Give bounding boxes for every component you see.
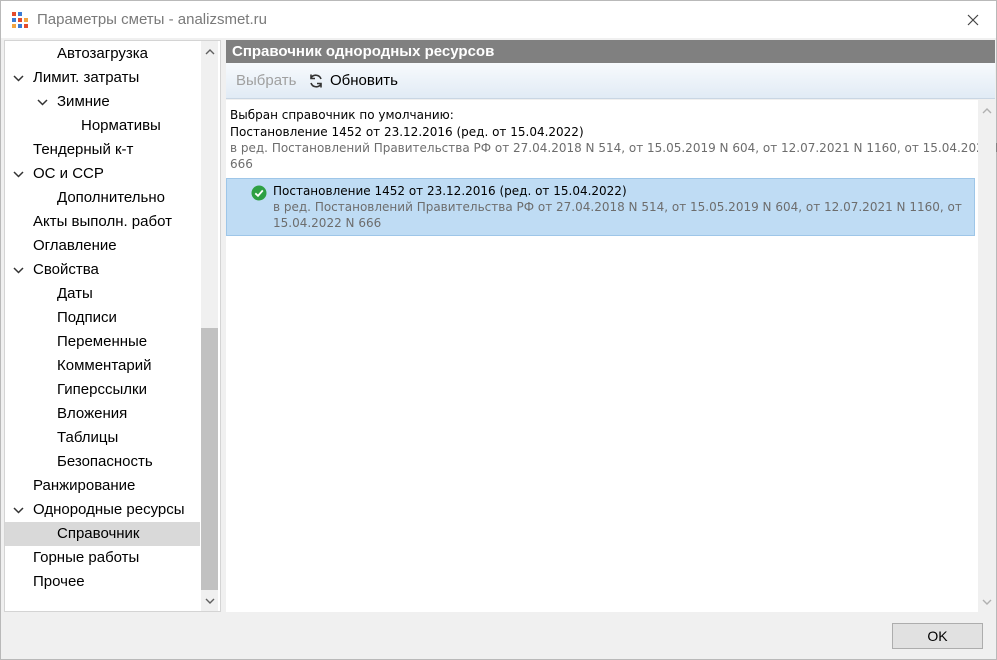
footer-bar <box>1 613 996 659</box>
tree-item-label: Автозагрузка <box>57 45 148 62</box>
tree-item-label: Даты <box>57 285 93 302</box>
tree-item-label: Зимние <box>57 93 110 110</box>
tree-item[interactable]: Даты <box>5 282 200 306</box>
scroll-up-button[interactable] <box>978 102 995 119</box>
tree-item-label: Нормативы <box>81 117 161 134</box>
tree-item[interactable]: Переменные <box>5 330 200 354</box>
tree-item-label: Вложения <box>57 405 128 422</box>
tree-item-label: Переменные <box>57 333 148 350</box>
tree-item-label: Гиперссылки <box>57 381 147 398</box>
select-button[interactable]: Выбрать <box>236 72 296 89</box>
tree-item[interactable]: Дополнительно <box>5 186 200 210</box>
tree-item-label: Однородные ресурсы <box>33 501 185 518</box>
tree-item[interactable]: Вложения <box>5 402 200 426</box>
chevron-down-icon <box>982 599 991 605</box>
tree-item[interactable]: Оглавление <box>5 234 200 258</box>
tree-item[interactable]: Нормативы <box>5 114 200 138</box>
default-caption: Выбран справочник по умолчанию: <box>230 108 454 122</box>
refresh-button[interactable]: Обновить <box>308 72 398 89</box>
toolbar: Выбрать Обновить <box>226 63 995 99</box>
ok-button[interactable]: OK <box>892 623 983 649</box>
tree-item-label: Свойства <box>33 261 99 278</box>
tree-item[interactable]: Подписи <box>5 306 200 330</box>
tree-item-label: Прочее <box>33 573 85 590</box>
chevron-up-icon <box>982 107 991 113</box>
tree-item[interactable]: Гиперссылки <box>5 378 200 402</box>
tree-item[interactable]: Прочее <box>5 570 200 594</box>
list-item-name: Постановление 1452 от 23.12.2016 (ред. о… <box>273 184 627 198</box>
tree-item[interactable]: Автозагрузка <box>5 42 200 66</box>
list-item[interactable]: Постановление 1452 от 23.12.2016 (ред. о… <box>226 178 975 236</box>
refresh-label: Обновить <box>330 72 398 89</box>
tree-item-label: Справочник <box>57 525 140 542</box>
default-reference-note-cont: 666 <box>230 157 253 171</box>
scroll-thumb[interactable] <box>201 328 218 590</box>
tree-item-label: Лимит. затраты <box>33 69 140 86</box>
tree-item[interactable]: Справочник <box>5 522 200 546</box>
tree-item[interactable]: Акты выполн. работ <box>5 210 200 234</box>
tree-item-label: Безопасность <box>57 453 153 470</box>
scroll-down-button[interactable] <box>978 593 995 610</box>
settings-window: Параметры сметы - analizsmet.ru Автозагр… <box>0 0 997 660</box>
tree-scrollbar[interactable] <box>201 41 218 611</box>
tree-item[interactable]: Лимит. затраты <box>5 66 200 90</box>
chevron-up-icon <box>205 48 214 54</box>
tree-item-label: Комментарий <box>57 357 152 374</box>
content-scrollbar[interactable] <box>978 100 995 612</box>
tree-item[interactable]: Горные работы <box>5 546 200 570</box>
title-bar: Параметры сметы - analizsmet.ru <box>1 1 996 38</box>
tree-item-label: Оглавление <box>33 237 117 254</box>
tree-item[interactable]: Таблицы <box>5 426 200 450</box>
tree-item-label: Дополнительно <box>57 189 165 206</box>
tree-item-label: ОС и ССР <box>33 165 104 182</box>
default-reference-note: в ред. Постановлений Правительства РФ от… <box>230 141 997 155</box>
list-item-note: в ред. Постановлений Правительства РФ от… <box>273 200 962 214</box>
tree-item[interactable]: Ранжирование <box>5 474 200 498</box>
close-icon <box>967 14 979 25</box>
chevron-down-icon[interactable] <box>11 66 25 90</box>
tree-item-label: Горные работы <box>33 549 140 566</box>
refresh-icon <box>310 73 322 88</box>
list-item-note-cont: 15.04.2022 N 666 <box>273 216 382 230</box>
check-circle-icon <box>251 185 267 201</box>
scroll-up-button[interactable] <box>201 43 218 60</box>
tree-item-label: Подписи <box>57 309 117 326</box>
reference-content: Выбран справочник по умолчанию: Постанов… <box>226 100 997 612</box>
tree-item[interactable]: Комментарий <box>5 354 200 378</box>
scroll-down-button[interactable] <box>201 592 218 609</box>
select-label: Выбрать <box>236 72 297 89</box>
tree-item[interactable]: Зимние <box>5 90 200 114</box>
tree-item-label: Ранжирование <box>33 477 136 494</box>
window-title: Параметры сметы - analizsmet.ru <box>37 11 267 28</box>
chevron-down-icon[interactable] <box>11 258 25 282</box>
chevron-down-icon[interactable] <box>11 162 25 186</box>
tree-item-label: Тендерный к-т <box>33 141 134 158</box>
tree-item[interactable]: Свойства <box>5 258 200 282</box>
chevron-down-icon[interactable] <box>11 498 25 522</box>
tree-item[interactable]: ОС и ССР <box>5 162 200 186</box>
close-button[interactable] <box>950 1 996 38</box>
tree-item[interactable]: Однородные ресурсы <box>5 498 200 522</box>
tree-item-label: Акты выполн. работ <box>33 213 172 230</box>
chevron-down-icon <box>205 598 214 604</box>
app-icon <box>12 12 28 28</box>
panel-title: Справочник однородных ресурсов <box>226 40 995 63</box>
settings-tree: Автозагрузка Лимит. затраты Зимние Норматив… <box>4 40 221 612</box>
chevron-down-icon[interactable] <box>35 90 49 114</box>
tree-item-label: Таблицы <box>57 429 119 446</box>
tree-item[interactable]: Тендерный к-т <box>5 138 200 162</box>
tree-item[interactable]: Безопасность <box>5 450 200 474</box>
default-reference-name: Постановление 1452 от 23.12.2016 (ред. о… <box>230 125 584 139</box>
